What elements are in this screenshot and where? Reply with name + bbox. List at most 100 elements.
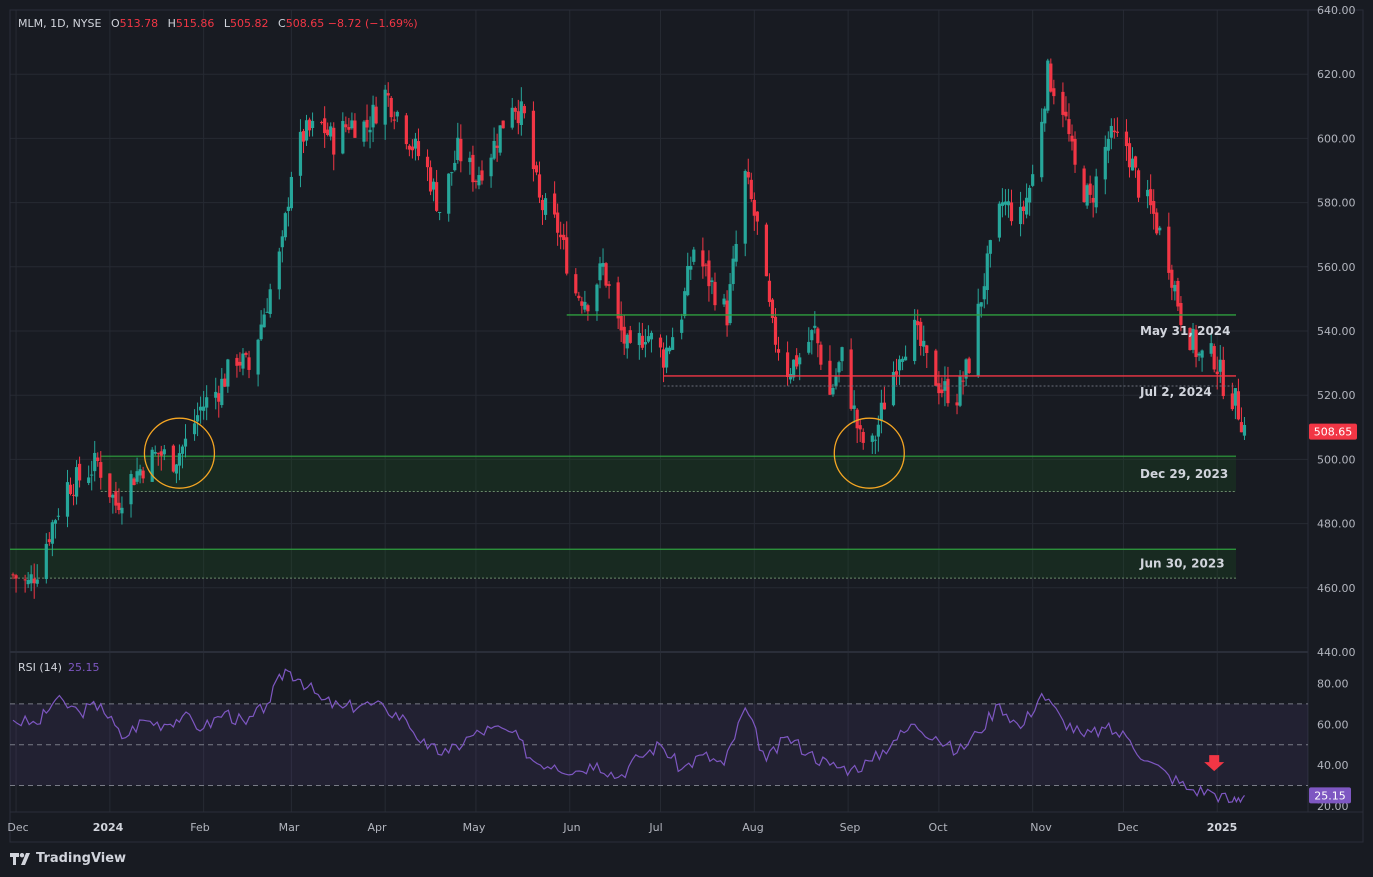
candle-body [108,473,112,498]
candle-body [23,579,27,581]
candle-body [347,127,351,130]
candle-body [667,347,672,352]
candle-body [955,402,959,406]
candle-body [622,326,626,344]
candle-body [244,352,248,355]
time-tick-label: 2024 [93,821,124,834]
candle-body [1031,174,1035,186]
candle-body [87,477,91,483]
candle-body [940,389,944,394]
candle-body [731,258,735,285]
candle-body [925,345,929,353]
candle-body [117,502,121,511]
candle-body [870,435,874,442]
candle-body [428,167,433,192]
candle-body [71,494,76,496]
candle-body [764,224,769,277]
candle-body [1073,138,1077,165]
candle-body [937,383,941,394]
candle-body [1088,183,1092,195]
candle-body [559,234,563,238]
candle-body [65,482,70,517]
support-zone [100,456,1236,492]
candle-body [1091,197,1095,203]
candle-body [873,439,877,441]
candle-body [1018,206,1023,225]
last-price-value: 508.65 [1314,426,1353,439]
candle-body [362,121,366,142]
candle-body [661,349,666,368]
candle-body [11,574,15,576]
time-tick-label: Jun [562,821,580,834]
candle-body [707,260,711,287]
tradingview-logo[interactable]: TradingView [10,851,126,866]
candle-body [35,579,39,584]
candle-body [574,274,578,294]
candle-body [495,145,499,148]
candle-body [1200,350,1204,358]
candle-body [74,467,79,497]
candle-body [882,402,887,410]
candle-body [320,122,324,124]
time-tick-label: Feb [190,821,209,834]
candle-body [341,120,345,154]
candle-body [543,198,548,215]
price-chart[interactable]: May 31, 2024 Jul 2, 2024 Dec 29, 2023 Jun 3… [0,0,1373,877]
candle-body [205,397,209,408]
time-tick-label: Sep [840,821,861,834]
price-tick-label: 520.00 [1317,389,1356,402]
candle-body [365,119,369,128]
candle-body [664,347,669,368]
candle-body [456,137,460,161]
candle-body [199,406,203,411]
candle-body [280,236,284,248]
candle-body [1112,130,1116,133]
candle-body [453,162,457,171]
rsi-legend[interactable]: RSI (14) 25.15 [18,661,99,674]
candle-body [180,446,185,454]
candle-body [979,302,983,307]
candle-body [247,357,251,370]
brand-name: TradingView [36,851,127,866]
time-tick-label: Dec [1117,821,1138,834]
candle-body [93,452,97,472]
high-value: 515.86 [175,17,215,30]
candle-body [1043,108,1047,124]
rsi-value: 25.15 [67,661,100,674]
time-tick-label: May [463,821,486,834]
candle-body [1021,206,1026,211]
candle-body [900,358,905,362]
candle-body [214,391,218,398]
candle-body [1149,189,1153,206]
tradingview-logo-icon [10,852,30,865]
candle-body [374,106,378,124]
candle-body [961,380,965,382]
candle-body [1130,158,1135,171]
candle-body [1061,91,1065,115]
candle-body [129,474,133,505]
candle-body [1070,135,1074,142]
candle-body [861,431,865,443]
candle-body [789,373,793,380]
candle-body [683,291,687,317]
candle-body [29,574,33,584]
candle-body [298,131,303,176]
candle-body [268,289,272,314]
candle-body [431,181,436,190]
candle-body [807,341,811,353]
candle-body [96,457,100,462]
candle-body [159,451,163,456]
candle-body [1179,302,1183,325]
price-tick-label: 560.00 [1317,261,1356,274]
price-tick-label: 540.00 [1317,325,1356,338]
candle-body [671,337,675,350]
rsi-tick-label: 60.00 [1317,718,1349,731]
candle-body [598,263,602,281]
symbol-name[interactable]: MLM, 1D, NYSE [18,17,101,30]
candle-body [1049,63,1053,92]
rsi-tick-label: 40.00 [1317,759,1349,772]
candle-body [1000,202,1005,206]
candle-body [498,125,502,153]
candle-body [283,213,287,238]
candle-body [855,409,859,429]
